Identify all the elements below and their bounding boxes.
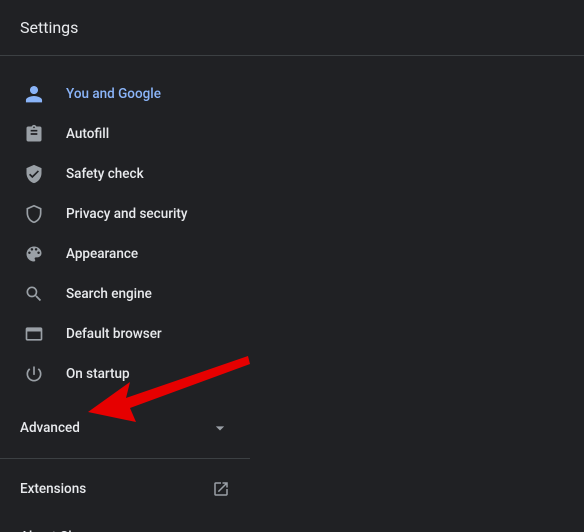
section-label: Advanced [20, 420, 80, 436]
sidebar-item-label: You and Google [66, 86, 161, 102]
sidebar-item-safety-check[interactable]: Safety check [0, 154, 250, 194]
palette-icon [24, 244, 44, 264]
sidebar-item-label: Appearance [66, 246, 138, 262]
sidebar-item-privacy-security[interactable]: Privacy and security [0, 194, 250, 234]
settings-header: Settings [0, 0, 584, 56]
sidebar-item-on-startup[interactable]: On startup [0, 354, 250, 394]
sidebar-item-label: Safety check [66, 166, 144, 182]
sidebar-item-label: Search engine [66, 286, 152, 302]
power-icon [24, 364, 44, 384]
sidebar-item-default-browser[interactable]: Default browser [0, 314, 250, 354]
divider [0, 458, 250, 459]
extensions-link[interactable]: Extensions [0, 465, 250, 513]
clipboard-icon [24, 124, 44, 144]
about-chrome-link[interactable]: About Chrome [0, 513, 250, 532]
sidebar-item-search-engine[interactable]: Search engine [0, 274, 250, 314]
sidebar-item-label: Default browser [66, 326, 162, 342]
page-title: Settings [20, 18, 78, 37]
sidebar-item-autofill[interactable]: Autofill [0, 114, 250, 154]
sidebar-item-label: Privacy and security [66, 206, 188, 222]
chevron-down-icon [210, 418, 230, 438]
advanced-section-toggle[interactable]: Advanced [0, 404, 250, 452]
person-icon [24, 84, 44, 104]
open-in-new-icon [212, 480, 230, 498]
search-icon [24, 284, 44, 304]
shield-icon [24, 204, 44, 224]
sidebar-item-label: On startup [66, 366, 130, 382]
sidebar-item-label: Autofill [66, 126, 109, 142]
browser-icon [24, 324, 44, 344]
sidebar-item-you-and-google[interactable]: You and Google [0, 74, 250, 114]
shield-check-icon [24, 164, 44, 184]
sidebar-item-appearance[interactable]: Appearance [0, 234, 250, 274]
settings-sidebar: You and Google Autofill Safety check Pri… [0, 56, 250, 532]
section-label: Extensions [20, 481, 86, 497]
